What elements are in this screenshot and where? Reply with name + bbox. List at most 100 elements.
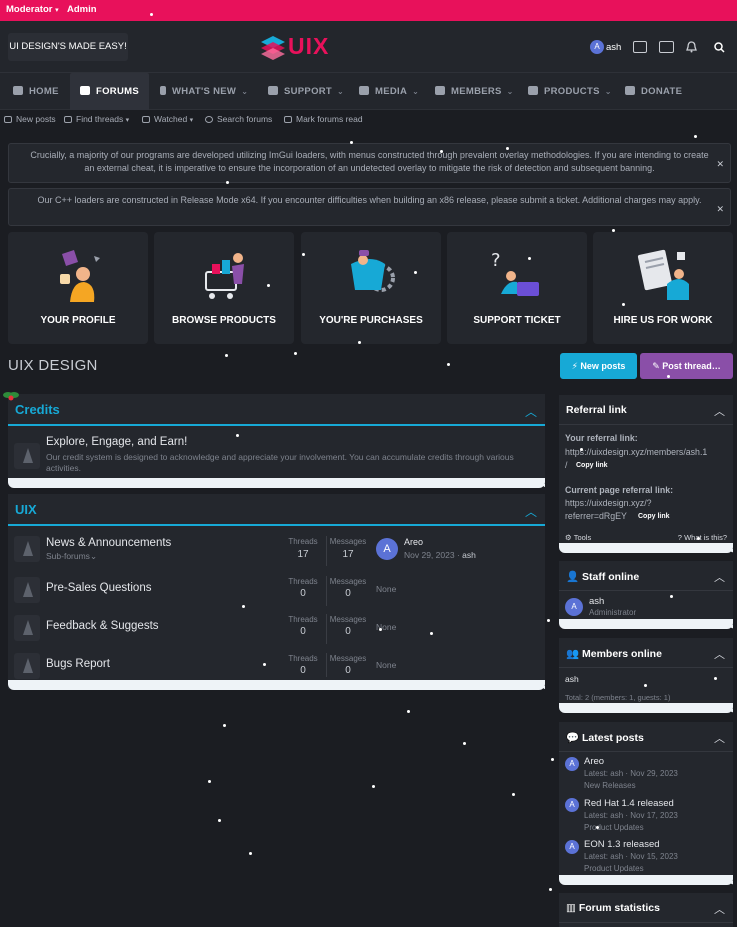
chevron-up-icon[interactable]: ︿ [714,403,725,419]
online-member[interactable]: ash [565,674,579,684]
snow-decoration [559,875,733,887]
tile-your-profile[interactable]: YOUR PROFILE [8,232,148,344]
close-icon[interactable]: ✕ [716,203,724,216]
nav-support-label: SUPPORT [284,86,333,97]
nav-members-label: MEMBERS [451,86,502,97]
admin-link[interactable]: Admin [67,4,97,15]
close-icon[interactable]: ✕ [716,158,724,171]
notice-text: Our C++ loaders are constructed in Relea… [37,195,702,205]
category-header[interactable]: Credits ︿ [8,394,545,426]
staff-name[interactable]: ash [589,596,604,607]
tile-purchases[interactable]: YOU'RE PURCHASES [301,232,441,344]
wallet-icon[interactable] [659,36,674,58]
chevron-up-icon[interactable]: ︿ [525,503,537,520]
referral-label: Your referral link: [565,433,638,443]
tools-button[interactable]: ⚙ Tools [565,533,591,542]
post-thread-button[interactable]: ✎ Post thread… [640,353,733,379]
avatar[interactable]: A [376,538,398,560]
chevron-up-icon[interactable]: ︿ [714,730,725,746]
latest-post-forum[interactable]: Product Updates [584,823,644,832]
widget-header[interactable]: 👥 Members online ︿ [559,638,733,668]
subforums-toggle[interactable]: Sub-forums⌄ [46,551,97,562]
nav-products[interactable]: PRODUCTS ⌄ [528,73,612,110]
latest-post-forum[interactable]: New Releases [584,781,636,790]
page-referral-url-tail: referrer=dRgEY [565,511,627,521]
nav-forums-label: FORUMS [96,86,139,97]
credits-icon [659,41,674,53]
snow-decoration [559,619,733,631]
chevron-down-icon: ⌄ [337,87,345,96]
copy-link-button[interactable]: Copy link [576,462,608,469]
category-header[interactable]: UIX ︿ [8,494,545,526]
avatar[interactable]: A [565,840,579,854]
nav-support[interactable]: SUPPORT ⌄ [268,73,344,110]
moderator-label: Moderator [6,4,53,15]
last-post-none: None [376,660,397,670]
subnav-mark-read[interactable]: Mark forums read [284,114,363,124]
widget-header[interactable]: ▥ Forum statistics ︿ [559,893,733,923]
notice-loaders: Our C++ loaders are constructed in Relea… [8,188,731,226]
avatar[interactable]: A [565,798,579,812]
subnav-watched-label: Watched [154,114,188,124]
tile-browse-products[interactable]: BROWSE PRODUCTS [154,232,294,344]
moderator-menu[interactable]: Moderator ▾ [6,4,59,15]
snowflake [226,181,229,184]
new-posts-button[interactable]: ⚡ New posts [560,353,637,379]
snowflake [447,363,450,366]
category-title: Credits [15,402,60,417]
forum-title[interactable]: News & Announcements [46,537,171,549]
avatar[interactable]: A [565,598,583,616]
gift-icon [625,86,635,95]
what-is-this-link[interactable]: ? What is this? [678,533,727,542]
subnav-new-posts[interactable]: New posts [4,114,56,124]
snowflake [694,135,697,138]
nav-forums[interactable]: FORUMS [70,73,149,110]
snowflake [218,819,221,822]
widget-title: 👥 Members online [566,647,662,660]
latest-post-title[interactable]: Red Hat 1.4 released [584,798,674,809]
nav-donate[interactable]: DONATE [625,73,682,110]
nav-whats-new[interactable]: WHAT'S NEW ⌄ [160,73,248,110]
nav-members[interactable]: MEMBERS ⌄ [435,73,514,110]
inbox-icon[interactable] [633,36,647,58]
credits-node[interactable]: Explore, Engage, and Earn! Our credit sy… [8,434,545,482]
latest-post-title[interactable]: EON 1.3 released [584,839,660,850]
chevron-up-icon[interactable]: ︿ [525,403,537,420]
threads-label: Threads [288,615,318,624]
tile-hire-us[interactable]: HIRE US FOR WORK [593,232,733,344]
last-post-title[interactable]: Areo [404,537,423,547]
nav-home[interactable]: HOME [13,73,59,110]
chevron-up-icon[interactable]: ︿ [714,901,725,917]
forum-title[interactable]: Bugs Report [46,658,110,670]
last-post-user[interactable]: ash [462,550,476,560]
alerts-button[interactable] [686,36,697,58]
avatar[interactable]: A [565,757,579,771]
tile-support-ticket[interactable]: ? SUPPORT TICKET [447,232,587,344]
snowflake [263,663,266,666]
node-title[interactable]: Explore, Engage, and Earn! [46,436,187,448]
account-button[interactable]: A ash [590,36,621,58]
home-icon [13,86,23,95]
snowflake [512,793,515,796]
search-button[interactable] [714,36,725,58]
gears-illustration-icon [351,250,395,292]
site-logo[interactable]: UIX [260,33,340,61]
nav-media[interactable]: MEDIA ⌄ [359,73,419,110]
snowflake [294,352,297,355]
chevron-up-icon[interactable]: ︿ [714,569,725,585]
widget-header[interactable]: 💬 Latest posts ︿ [559,722,733,752]
members-online-widget: 👥 Members online ︿ ash Total: 2 (members… [559,638,733,710]
subnav-search-forums[interactable]: Search forums [205,114,272,124]
latest-post-forum[interactable]: Product Updates [584,864,644,873]
chevron-up-icon[interactable]: ︿ [714,646,725,662]
threads-label: Threads [288,577,318,586]
latest-post-title[interactable]: Areo [584,756,604,767]
widget-header[interactable]: Referral link ︿ [559,395,733,425]
snowflake [644,684,647,687]
forum-title[interactable]: Pre-Sales Questions [46,582,151,594]
copy-link-button[interactable]: Copy link [638,513,670,520]
forum-title[interactable]: Feedback & Suggests [46,620,159,632]
subnav-find-threads[interactable]: Find threads ▾ [64,114,129,124]
subnav-watched[interactable]: Watched ▾ [142,114,193,124]
widget-header[interactable]: 👤 Staff online ︿ [559,561,733,591]
